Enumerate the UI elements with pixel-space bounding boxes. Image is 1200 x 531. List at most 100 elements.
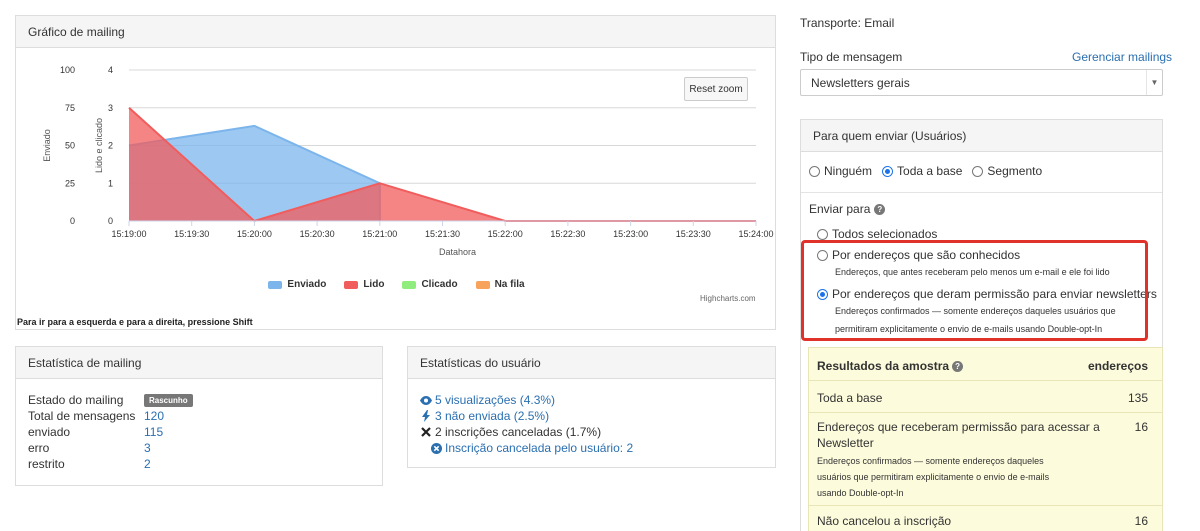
- y-axis-title-lido-clicado: Lido e clicado: [94, 118, 104, 173]
- legend-item-clicado[interactable]: Clicado: [402, 279, 458, 290]
- stat-value-error[interactable]: 3: [144, 441, 151, 455]
- x-tick-label: 15:20:00: [237, 229, 272, 239]
- results-col-header: endereços: [1087, 359, 1148, 373]
- stat-key-sent: enviado: [28, 425, 71, 439]
- y-tick-label-lido: 1: [108, 178, 113, 188]
- x-tick-label: 15:22:00: [488, 229, 523, 239]
- remove-circle-icon: [430, 442, 442, 454]
- results-row-not-unsubscribed: Não cancelou a inscrição 16: [809, 506, 1162, 531]
- results-row-label: Toda a base: [817, 391, 883, 405]
- radio-nobody[interactable]: [809, 165, 820, 177]
- y-axis-title-enviado: Enviado: [42, 129, 52, 162]
- unsubscribed-text: 2 inscrições canceladas (1.7%): [435, 425, 602, 439]
- legend-swatch-clicado: [402, 280, 417, 289]
- mailing-chart[interactable]: 0 1 2 3 4 0 25 50 75 100 Enviado Lido e clicado 15:1…: [16, 49, 775, 279]
- x-axis-title: Datahora: [439, 247, 476, 257]
- radio-whole-base-label[interactable]: Toda a base: [897, 164, 962, 178]
- stat-value-restricted[interactable]: 2: [144, 457, 151, 471]
- status-badge: Rascunho: [144, 393, 193, 407]
- results-row-desc-line3: usando Double-opt-In: [817, 488, 904, 498]
- legend-swatch-na-fila: [475, 280, 490, 289]
- not-sent-link[interactable]: 3 não enviada (2.5%): [435, 409, 549, 423]
- results-row-desc-line1: Endereços confirmados — somente endereço…: [817, 456, 1044, 466]
- reset-zoom-button[interactable]: Reset zoom: [684, 77, 748, 101]
- results-row-whole-base: Toda a base 135: [809, 381, 1162, 413]
- stat-row-state: Estado do mailing Rascunho: [28, 392, 193, 408]
- stat-key-error: erro: [28, 441, 50, 455]
- x-tick-label: 15:23:30: [676, 229, 711, 239]
- user-stat-not-sent: 3 não enviada (2.5%): [420, 408, 633, 424]
- y-tick-label-enviado: 75: [65, 103, 75, 113]
- stat-key-restricted: restrito: [28, 457, 65, 471]
- y-tick-label-lido: 4: [108, 65, 113, 75]
- message-type-select[interactable]: Newsletters gerais ▼: [800, 69, 1163, 96]
- views-link[interactable]: 5 visualizações (4.3%): [435, 393, 555, 407]
- chevron-down-icon: ▼: [1146, 70, 1162, 95]
- radio-all-selected[interactable]: [817, 228, 828, 240]
- legend-label-enviado: Enviado: [287, 279, 327, 290]
- user-stats-list: 5 visualizações (4.3%) 3 não enviada (2.…: [420, 392, 633, 456]
- legend-item-enviado[interactable]: Enviado: [268, 279, 326, 290]
- radio-all-selected-label[interactable]: Todos selecionados: [832, 227, 937, 241]
- user-stats-panel: Estatísticas do usuário 5 visualizações …: [407, 346, 776, 468]
- user-stats-title: Estatísticas do usuário: [408, 347, 775, 379]
- close-icon: [420, 427, 432, 437]
- message-type-label: Tipo de mensagem: [800, 50, 903, 64]
- results-row-value: 16: [1134, 514, 1148, 528]
- stat-value-total[interactable]: 120: [144, 409, 164, 423]
- legend-label-lido: Lido: [363, 279, 385, 290]
- manage-mailings-link[interactable]: Gerenciar mailings: [1072, 50, 1172, 64]
- radio-segment-label[interactable]: Segmento: [987, 164, 1042, 178]
- bolt-icon: [420, 410, 432, 422]
- stat-value-sent[interactable]: 115: [144, 425, 163, 439]
- send-to-heading: Enviar para ?: [809, 202, 886, 216]
- y-tick-label-lido: 0: [108, 216, 113, 226]
- divider: [801, 192, 1162, 193]
- legend-item-lido[interactable]: Lido: [344, 279, 384, 290]
- help-icon[interactable]: ?: [874, 203, 886, 215]
- results-title-wrap: Resultados da amostra ?: [817, 359, 964, 373]
- y-tick-label-enviado: 50: [65, 141, 75, 151]
- x-tick-label: 15:22:30: [550, 229, 585, 239]
- chart-panel-title: Gráfico de mailing: [16, 16, 775, 48]
- send-option-all[interactable]: Todos selecionados: [817, 227, 937, 241]
- send-to-label: Enviar para: [809, 202, 871, 216]
- stat-key-state: Estado do mailing: [28, 393, 124, 407]
- x-tick-label: 15:23:00: [613, 229, 648, 239]
- unsub-by-user-link[interactable]: Inscrição cancelada pelo usuário: 2: [445, 441, 633, 455]
- results-row-label: Não cancelou a inscrição: [817, 514, 952, 528]
- radio-nobody-label[interactable]: Ninguém: [824, 164, 872, 178]
- user-stat-unsub-by-user: Inscrição cancelada pelo usuário: 2: [420, 440, 633, 456]
- legend-label-na-fila: Na fila: [494, 279, 525, 290]
- results-row-label-line1: Endereços que receberam permissão para a…: [817, 420, 1100, 434]
- x-tick-label: 15:21:30: [425, 229, 460, 239]
- results-help-icon[interactable]: ?: [952, 360, 964, 372]
- target-options: Ninguém Toda a base Segmento: [809, 164, 1042, 178]
- y-tick-label-lido: 2: [108, 141, 113, 151]
- sample-results-table: Resultados da amostra ? endereços Toda a…: [808, 347, 1163, 531]
- results-header-row: Resultados da amostra ? endereços: [809, 348, 1162, 381]
- results-title: Resultados da amostra: [817, 359, 950, 373]
- radio-segment[interactable]: [972, 165, 984, 177]
- results-row-label-line2: Newsletter: [817, 436, 874, 450]
- mailing-stats-list: Estado do mailing Rascunho Total de mens…: [28, 392, 193, 472]
- mailing-stats-title: Estatística de mailing: [16, 347, 382, 379]
- legend-item-na-fila[interactable]: Na fila: [475, 279, 525, 290]
- legend-swatch-lido: [344, 280, 359, 289]
- y-tick-label-enviado: 25: [65, 178, 75, 188]
- message-type-value: Newsletters gerais: [811, 75, 910, 90]
- user-stat-views: 5 visualizações (4.3%): [420, 392, 633, 408]
- x-tick-label: 15:19:00: [111, 229, 146, 239]
- y-tick-label-lido: 3: [108, 103, 113, 113]
- radio-whole-base[interactable]: [882, 165, 894, 177]
- results-row-value: 135: [1127, 391, 1148, 405]
- eye-icon: [420, 395, 432, 405]
- stat-row-sent: enviado 115: [28, 424, 193, 440]
- x-tick-label: 15:24:00: [738, 229, 773, 239]
- stat-row-error: erro 3: [28, 440, 193, 456]
- results-row-permission: Endereços que receberam permissão para a…: [809, 413, 1162, 506]
- highcharts-credits-link[interactable]: Highcharts.com: [700, 294, 756, 303]
- stat-row-total: Total de mensagens 120: [28, 408, 193, 424]
- x-tick-label: 15:19:30: [174, 229, 209, 239]
- transport-label: Transporte: Email: [800, 16, 895, 30]
